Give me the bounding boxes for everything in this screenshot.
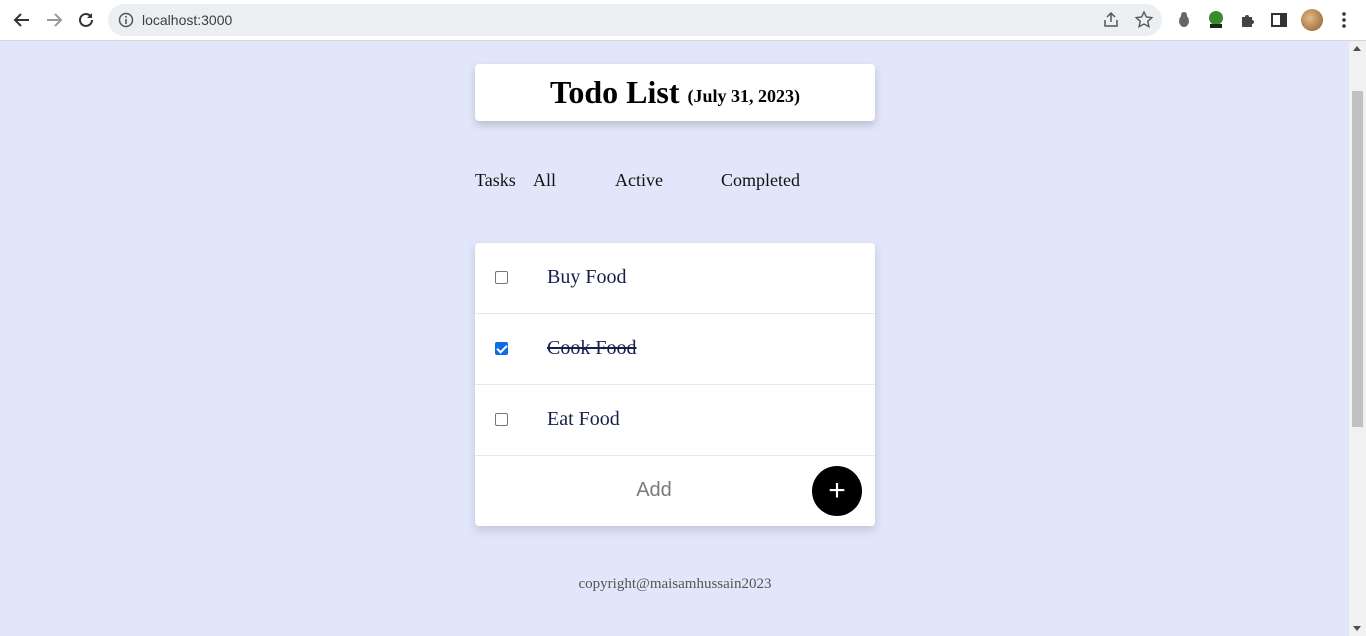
page-date: (July 31, 2023) [687, 86, 801, 106]
tab-all[interactable]: All [533, 170, 556, 191]
title-card: Todo List (July 31, 2023) [475, 64, 875, 121]
scroll-thumb[interactable] [1352, 91, 1363, 427]
bookmark-star-icon[interactable] [1134, 10, 1154, 30]
forward-button[interactable] [42, 8, 66, 32]
info-icon[interactable] [118, 12, 134, 28]
tasks-label: Tasks [475, 170, 516, 190]
page-title: Todo List [549, 74, 680, 110]
side-panel-icon[interactable] [1268, 9, 1290, 31]
scroll-up-arrow-icon[interactable] [1353, 46, 1361, 51]
task-checkbox[interactable] [495, 413, 508, 426]
footer-copyright: copyright@maisamhussain2023 [578, 576, 772, 592]
task-row: Eat Food [475, 385, 875, 456]
reload-icon [79, 12, 93, 27]
address-bar[interactable]: localhost:3000 [108, 4, 1162, 36]
profile-avatar[interactable] [1301, 9, 1323, 31]
browser-toolbar: localhost:3000 [0, 0, 1366, 41]
tree-extension-icon[interactable] [1205, 9, 1227, 31]
arrow-left-icon [13, 13, 29, 27]
task-row: Cook Food [475, 314, 875, 385]
arrow-right-icon [47, 13, 63, 27]
task-label: Cook Food [547, 337, 637, 359]
puzzle-extensions-icon[interactable] [1237, 9, 1259, 31]
page-scrollbar[interactable] [1349, 41, 1366, 636]
url-text[interactable]: localhost:3000 [142, 12, 232, 28]
tab-active[interactable]: Active [615, 170, 663, 191]
tab-completed[interactable]: Completed [721, 170, 800, 191]
bug-extension-icon[interactable] [1173, 9, 1195, 31]
task-checkbox[interactable] [495, 271, 508, 284]
plus-icon: + [828, 474, 846, 507]
task-list-card: Buy Food Cook Food Eat Food + [475, 243, 875, 526]
task-checkbox[interactable] [495, 342, 508, 355]
task-label: Eat Food [547, 408, 620, 430]
task-row: Buy Food [475, 243, 875, 314]
menu-kebab-icon[interactable] [1336, 10, 1352, 30]
add-task-input[interactable] [495, 470, 813, 510]
add-task-button[interactable]: + [812, 466, 862, 516]
task-label: Buy Food [547, 266, 627, 288]
back-button[interactable] [10, 8, 34, 32]
share-icon[interactable] [1102, 11, 1120, 29]
scroll-down-arrow-icon[interactable] [1353, 626, 1361, 631]
reload-button[interactable] [74, 8, 98, 32]
add-task-row: + [475, 456, 875, 526]
